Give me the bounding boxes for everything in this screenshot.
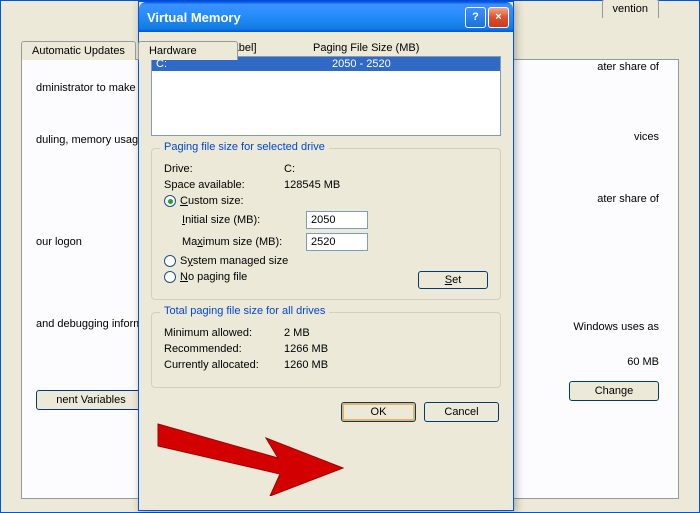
label-recommended: Recommended: <box>164 343 284 355</box>
label-no-paging: No paging file <box>180 271 247 283</box>
legend-selected-drive: Paging file size for selected drive <box>160 141 329 153</box>
bg-text-windows-uses: Windows uses as <box>573 321 659 333</box>
set-button[interactable]: Set <box>418 271 488 289</box>
virtual-memory-dialog: Virtual Memory ? × Drive [Volume Label] … <box>138 1 514 511</box>
change-button[interactable]: Change <box>569 381 659 401</box>
label-initial-size: Initial size (MB): <box>182 214 302 226</box>
close-icon: × <box>495 11 501 23</box>
label-space: Space available: <box>164 179 284 191</box>
label-drive: Drive: <box>164 163 284 175</box>
group-total-paging: Total paging file size for all drives Mi… <box>151 312 501 388</box>
titlebar: Virtual Memory ? × <box>139 2 513 32</box>
value-space: 128545 MB <box>284 179 340 191</box>
radio-no-paging[interactable] <box>164 271 176 283</box>
label-currently-allocated: Currently allocated: <box>164 359 284 371</box>
initial-size-input[interactable] <box>306 211 368 229</box>
help-icon: ? <box>472 11 479 23</box>
value-currently-allocated: 1260 MB <box>284 359 328 371</box>
ok-button[interactable]: OK <box>341 402 416 422</box>
window-title: Virtual Memory <box>147 10 463 25</box>
drive-list[interactable]: C: 2050 - 2520 <box>151 56 501 136</box>
environment-variables-button[interactable]: nent Variables <box>36 390 146 410</box>
value-drive: C: <box>284 163 295 175</box>
label-custom-size: Custom size: <box>180 195 244 207</box>
radio-system-managed[interactable] <box>164 255 176 267</box>
value-recommended: 1266 MB <box>284 343 328 355</box>
bg-text-size-frag: 60 MB <box>627 356 659 368</box>
bg-text-services: vices <box>634 131 659 143</box>
label-min-allowed: Minimum allowed: <box>164 327 284 339</box>
help-button[interactable]: ? <box>465 7 486 28</box>
close-button[interactable]: × <box>488 7 509 28</box>
max-size-input[interactable] <box>306 233 368 251</box>
tab-hardware[interactable]: Hardware <box>138 41 238 60</box>
group-selected-drive: Paging file size for selected drive Driv… <box>151 148 501 300</box>
legend-total-paging: Total paging file size for all drives <box>160 305 329 317</box>
bg-text-share1: ater share of <box>597 61 659 73</box>
bg-text-share2: ater share of <box>597 193 659 205</box>
tab-automatic-updates[interactable]: Automatic Updates <box>21 41 136 60</box>
label-system-managed: System managed size <box>180 255 288 267</box>
radio-custom-size[interactable] <box>164 195 176 207</box>
label-max-size: Maximum size (MB): <box>182 236 302 248</box>
tab-prevention-fragment[interactable]: vention <box>602 0 659 18</box>
cancel-button[interactable]: Cancel <box>424 402 499 422</box>
value-min-allowed: 2 MB <box>284 327 310 339</box>
